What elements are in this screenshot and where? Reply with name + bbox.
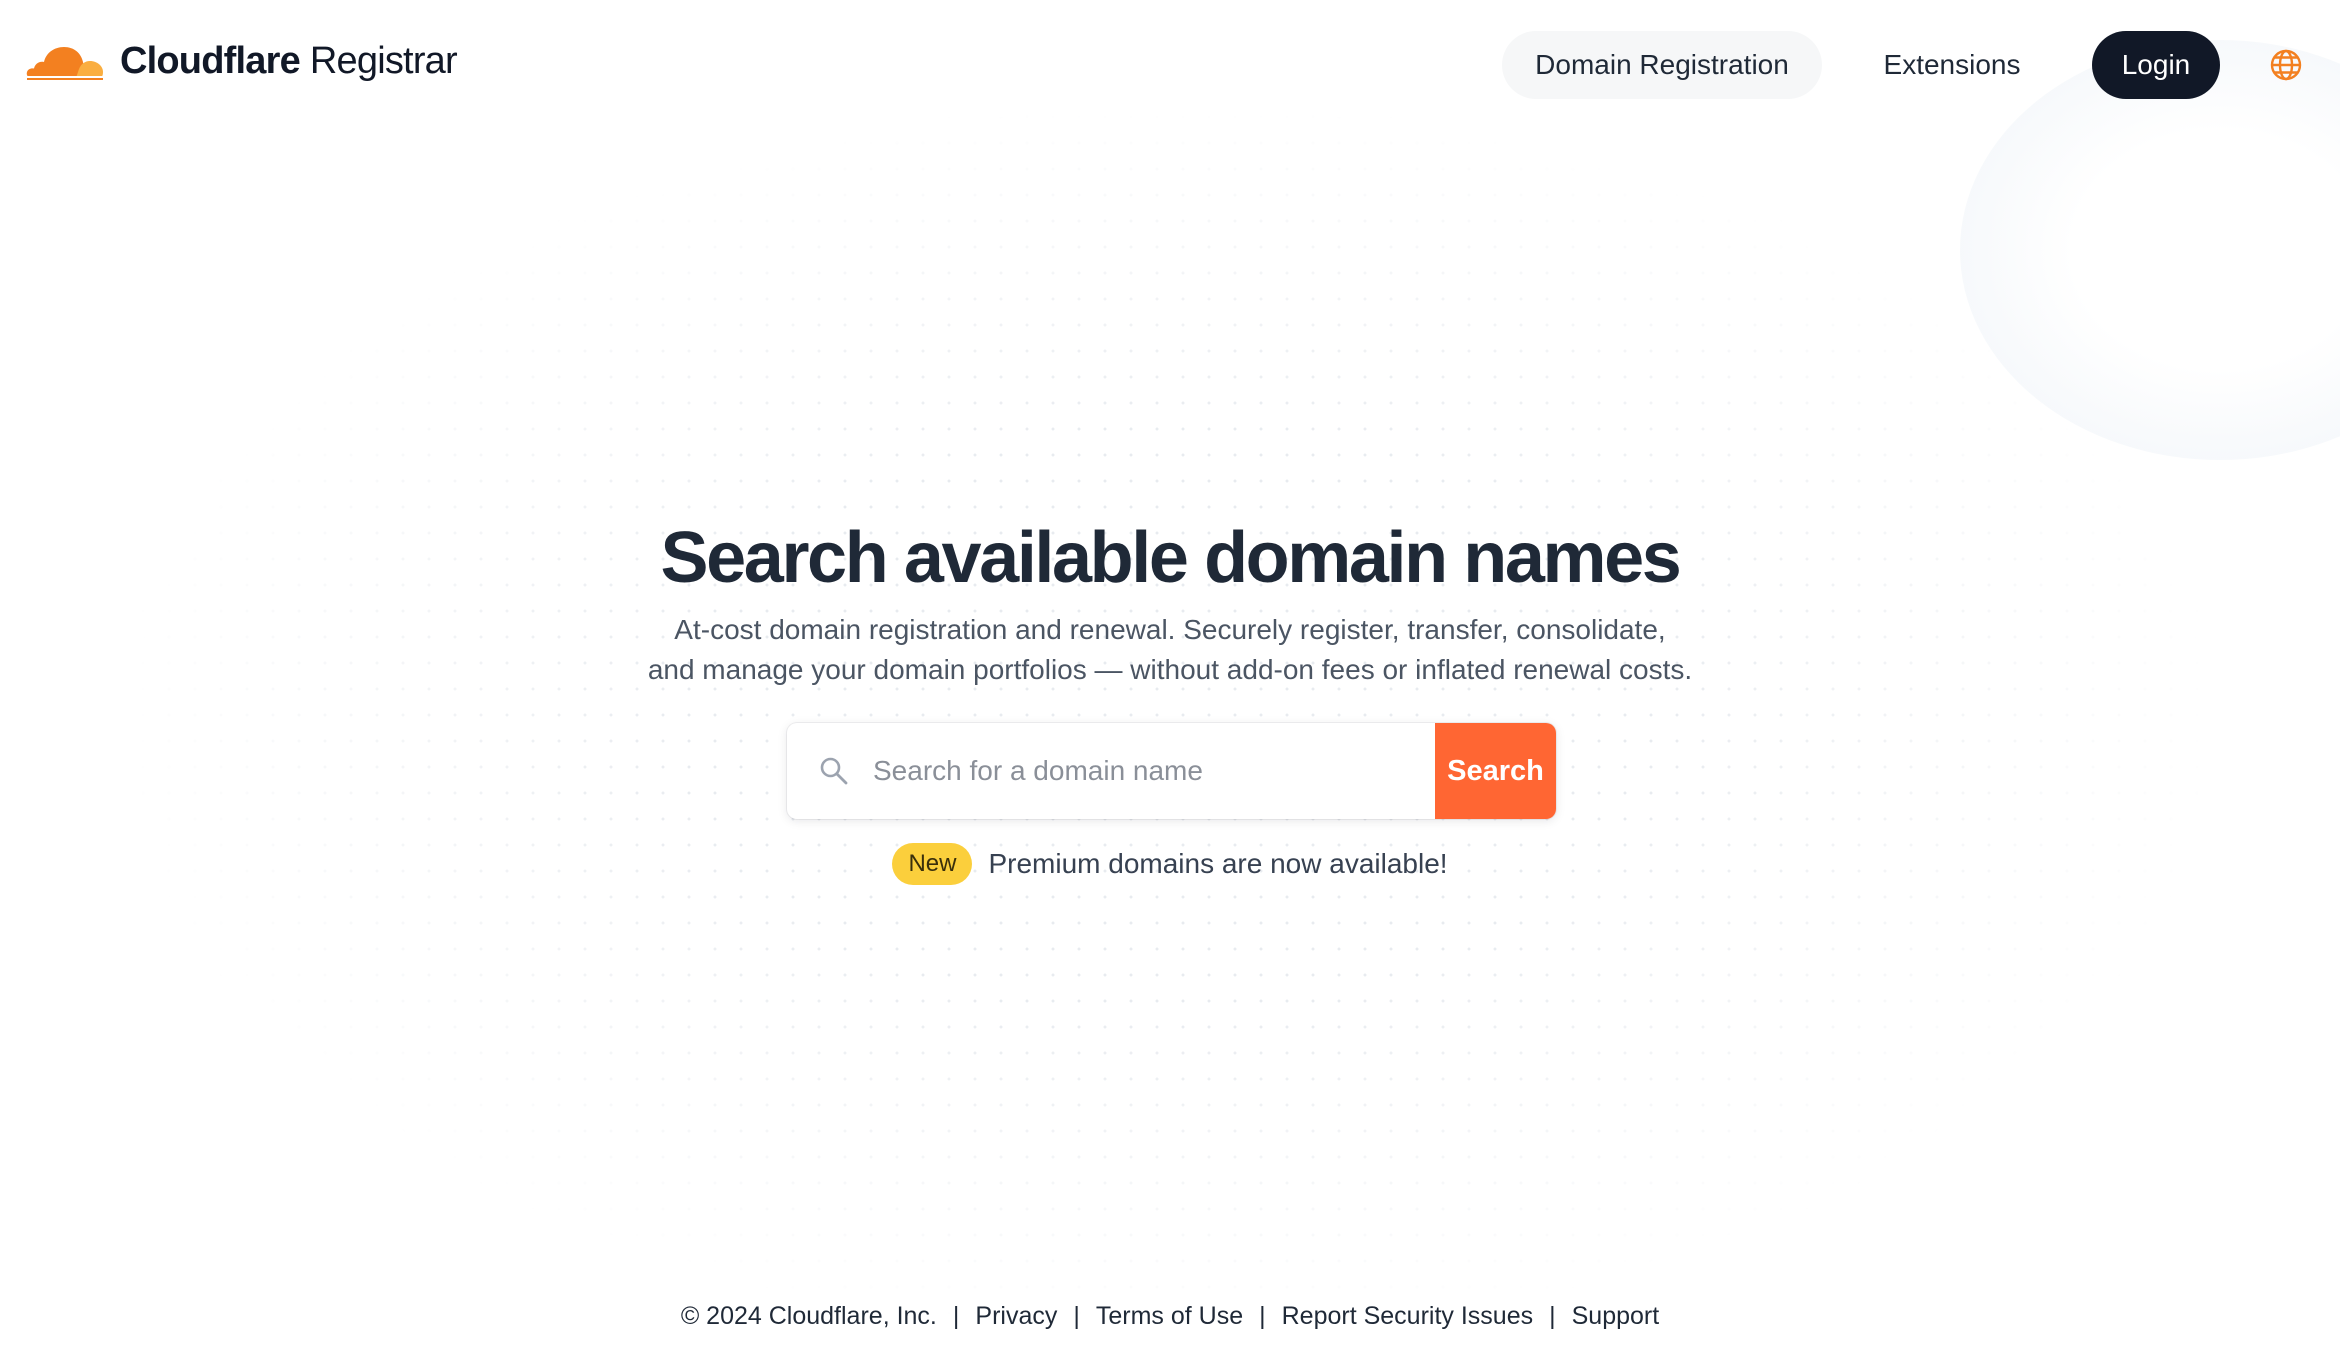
logo[interactable]: Cloudflare Registrar [24, 38, 458, 84]
logo-product: Registrar [309, 39, 458, 82]
language-selector[interactable] [2268, 47, 2304, 83]
nav-domain-registration[interactable]: Domain Registration [1502, 31, 1822, 99]
domain-search-input[interactable] [871, 740, 1435, 802]
footer-separator: | [1259, 1302, 1266, 1330]
login-button[interactable]: Login [2092, 31, 2220, 99]
logo-brand: Cloudflare [120, 39, 301, 82]
page-subtitle: At-cost domain registration and renewal.… [570, 610, 1770, 690]
footer-copyright: © 2024 Cloudflare, Inc. [680, 1302, 937, 1330]
announcement-text: Premium domains are now available! [988, 848, 1448, 879]
new-badge: New [892, 843, 973, 885]
footer-separator: | [1073, 1302, 1080, 1330]
footer-link-terms[interactable]: Terms of Use [1096, 1302, 1243, 1331]
site-footer: © 2024 Cloudflare, Inc. | Privacy | Term… [0, 1302, 2340, 1331]
domain-search-form: Search [787, 723, 1556, 819]
subtitle-line-2: and manage your domain portfolios — with… [647, 654, 1693, 685]
search-field[interactable] [787, 723, 1435, 819]
footer-link-support[interactable]: Support [1572, 1302, 1660, 1331]
site-header: Cloudflare Registrar Domain Registration … [0, 0, 2340, 128]
page-title: Search available domain names [660, 518, 1682, 598]
main-nav: Domain Registration Extensions Login [1502, 31, 2304, 99]
footer-separator: | [952, 1302, 960, 1330]
nav-extensions[interactable]: Extensions [1852, 31, 2052, 99]
search-button[interactable]: Search [1435, 723, 1556, 819]
footer-link-privacy[interactable]: Privacy [975, 1302, 1057, 1331]
subtitle-line-1: At-cost domain registration and renewal.… [674, 614, 1666, 645]
cloudflare-cloud-icon [26, 47, 104, 80]
footer-separator: | [1549, 1302, 1556, 1330]
logo-text: Cloudflare Registrar [120, 39, 458, 83]
page: Cloudflare Registrar Domain Registration … [0, 0, 2340, 1362]
announcement: New Premium domains are now available! [0, 843, 2340, 885]
search-icon [820, 757, 848, 785]
footer-link-security[interactable]: Report Security Issues [1282, 1302, 1534, 1331]
globe-icon [2270, 49, 2302, 81]
